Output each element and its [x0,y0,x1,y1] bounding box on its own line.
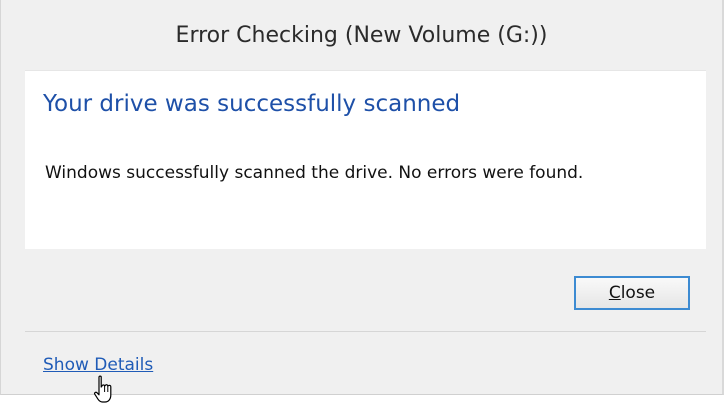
hand-pointer-icon [94,375,112,403]
footer-divider [25,331,706,332]
close-button-mnemonic: C [608,283,621,303]
result-message: Windows successfully scanned the drive. … [45,163,584,183]
dialog-title: Error Checking (New Volume (G:)) [175,22,548,48]
close-button[interactable]: Close [574,276,690,310]
content-panel: Your drive was successfully scanned Wind… [25,70,706,250]
show-details-link[interactable]: Show Details [43,355,153,375]
button-area: Close [25,249,706,329]
error-checking-dialog: Error Checking (New Volume (G:)) Your dr… [0,0,724,395]
result-heading: Your drive was successfully scanned [43,91,461,117]
close-button-label-rest: lose [620,283,656,303]
